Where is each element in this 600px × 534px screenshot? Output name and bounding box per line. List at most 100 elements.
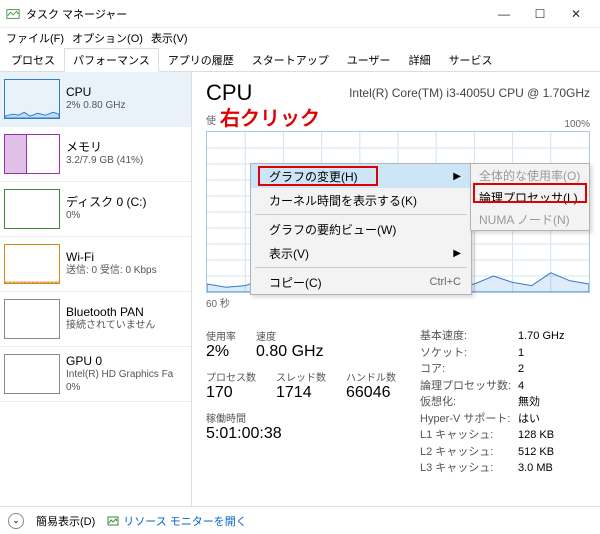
submenu-overall[interactable]: 全体的な使用率(O) [471,164,589,186]
context-change-graph[interactable]: グラフの変更(H) ▶ [251,164,471,188]
sidebar-gpu-sub1: Intel(R) HD Graphics Fa [66,369,173,382]
sidebar-gpu-name: GPU 0 [66,354,173,369]
hv-value: はい [518,413,540,425]
arrow-icon: ▶ [453,248,461,259]
fewer-details[interactable]: 簡易表示(D) [36,513,95,529]
speed-value: 0.80 GHz [256,343,324,361]
context-view-label: 表示(V) [269,245,309,262]
sidebar-cpu-name: CPU [66,85,125,100]
context-menu: グラフの変更(H) ▶ カーネル時間を表示する(K) グラフの要約ビュー(W) 表… [250,163,472,295]
virt-value: 無効 [518,396,540,408]
uptime-value: 5:01:00:38 [206,425,396,443]
base-label: 基本速度: [420,328,518,345]
sidebar-cpu-sub: 2% 0.80 GHz [66,100,125,113]
cpu-model: Intel(R) Core(TM) i3-4005U CPU @ 1.70GHz [349,86,590,100]
tab-users[interactable]: ユーザー [338,48,400,72]
context-summary-label: グラフの要約ビュー(W) [269,221,396,238]
core-label: コア: [420,361,518,378]
tab-details[interactable]: 詳細 [400,48,440,72]
hv-label: Hyper-V サポート: [420,411,518,428]
sidebar-item-memory[interactable]: メモリ 3.2/7.9 GB (41%) [0,127,191,182]
context-show-kernel-label: カーネル時間を表示する(K) [269,192,417,209]
uptime-label: 稼働時間 [206,410,396,425]
sidebar-item-bluetooth[interactable]: Bluetooth PAN 接続されていません [0,292,191,347]
sidebar-gpu-sub2: 0% [66,382,173,395]
submenu-graph: 全体的な使用率(O) 論理プロセッサ(L) NUMA ノード(N) [470,163,590,231]
handle-label: ハンドル数 [346,369,396,384]
submenu-logical[interactable]: 論理プロセッサ(L) [471,186,589,208]
resmon-label: リソース モニターを開く [123,513,247,529]
thread-label: スレッド数 [276,369,326,384]
sidebar-disk-sub: 0% [66,210,147,223]
thumb-gpu [4,354,60,394]
l3-label: L3 キャッシュ: [420,460,518,477]
sidebar-mem-name: メモリ [66,140,143,155]
sidebar-mem-sub: 3.2/7.9 GB (41%) [66,155,143,168]
footer: ⌄ 簡易表示(D) リソース モニターを開く [0,506,600,534]
resmon-icon [107,515,119,527]
chart-ymax: 100% [564,119,590,130]
stats-area: 使用率2% 速度0.80 GHz プロセス数170 スレッド数1714 ハンドル… [206,328,590,477]
core-value: 2 [518,363,524,375]
tab-processes[interactable]: プロセス [2,48,64,72]
menu-file[interactable]: ファイル(F) [6,30,64,46]
thumb-disk [4,189,60,229]
thumb-memory [4,134,60,174]
l3-value: 3.0 MB [518,462,553,474]
titlebar: タスク マネージャー — ☐ ✕ [0,0,600,28]
sidebar-item-disk[interactable]: ディスク 0 (C:) 0% [0,182,191,237]
context-view[interactable]: 表示(V) ▶ [251,241,471,265]
socket-label: ソケット: [420,345,518,362]
sidebar-disk-name: ディスク 0 (C:) [66,195,147,210]
sidebar-wifi-name: Wi-Fi [66,250,157,265]
util-small-label: 使 [206,112,590,127]
thumb-cpu [4,79,60,119]
app-icon [6,7,20,21]
sidebar: CPU 2% 0.80 GHz メモリ 3.2/7.9 GB (41%) ディス… [0,72,192,508]
lp-value: 4 [518,380,524,392]
l2-value: 512 KB [518,446,554,458]
l2-label: L2 キャッシュ: [420,444,518,461]
menubar: ファイル(F) オプション(O) 表示(V) [0,28,600,48]
chart-xlabel: 60 秒 [206,295,590,310]
proc-value: 170 [206,384,256,402]
maximize-button[interactable]: ☐ [522,1,558,27]
chevron-down-icon[interactable]: ⌄ [8,513,24,529]
submenu-logical-label: 論理プロセッサ(L) [479,189,578,206]
info-panel: 基本速度:1.70 GHz ソケット:1 コア:2 論理プロセッサ数:4 仮想化… [420,328,564,477]
thread-value: 1714 [276,384,326,402]
l1-value: 128 KB [518,429,554,441]
open-resource-monitor[interactable]: リソース モニターを開く [107,513,247,529]
tab-startup[interactable]: スタートアップ [243,48,338,72]
virt-label: 仮想化: [420,394,518,411]
sidebar-bt-sub: 接続されていません [66,320,155,333]
thumb-wifi [4,244,60,284]
context-copy[interactable]: コピー(C)Ctrl+C [251,270,471,294]
menu-options[interactable]: オプション(O) [72,30,143,46]
submenu-numa-label: NUMA ノード(N) [479,211,570,228]
handle-value: 66046 [346,384,396,402]
sidebar-wifi-sub: 送信: 0 受信: 0 Kbps [66,265,157,278]
submenu-numa[interactable]: NUMA ノード(N) [471,208,589,230]
sidebar-item-cpu[interactable]: CPU 2% 0.80 GHz [0,72,191,127]
context-change-graph-label: グラフの変更(H) [269,168,358,185]
tabbar: プロセス パフォーマンス アプリの履歴 スタートアップ ユーザー 詳細 サービス [0,50,600,72]
close-button[interactable]: ✕ [558,1,594,27]
util-value: 2% [206,343,236,361]
base-value: 1.70 GHz [518,330,564,342]
sidebar-item-wifi[interactable]: Wi-Fi 送信: 0 受信: 0 Kbps [0,237,191,292]
sidebar-item-gpu[interactable]: GPU 0 Intel(R) HD Graphics Fa 0% [0,347,191,402]
window-title: タスク マネージャー [26,6,486,22]
tab-services[interactable]: サービス [440,48,502,72]
speed-label: 速度 [256,328,324,343]
proc-label: プロセス数 [206,369,256,384]
context-copy-shortcut: Ctrl+C [430,276,461,288]
context-summary[interactable]: グラフの要約ビュー(W) [251,217,471,241]
arrow-icon: ▶ [453,171,461,182]
minimize-button[interactable]: — [486,1,522,27]
menu-view[interactable]: 表示(V) [151,30,188,46]
context-show-kernel[interactable]: カーネル時間を表示する(K) [251,188,471,212]
tab-history[interactable]: アプリの履歴 [159,48,243,72]
tab-performance[interactable]: パフォーマンス [64,48,159,72]
l1-label: L1 キャッシュ: [420,427,518,444]
